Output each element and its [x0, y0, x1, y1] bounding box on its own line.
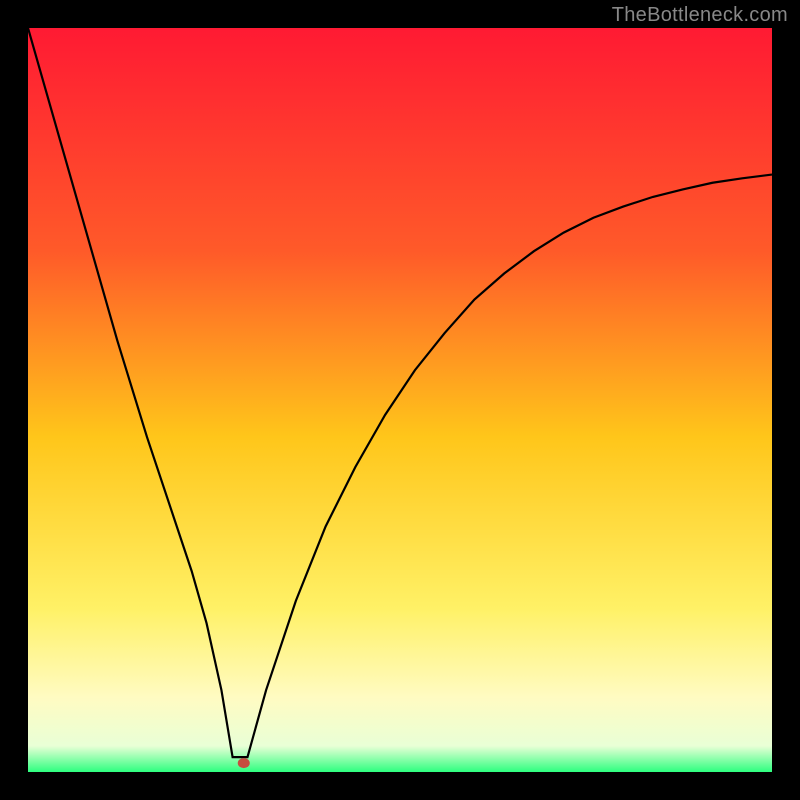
- chart-svg: [28, 28, 772, 772]
- gradient-background: [28, 28, 772, 772]
- chart-frame: TheBottleneck.com: [0, 0, 800, 800]
- watermark-text: TheBottleneck.com: [612, 4, 788, 27]
- plot-area: [28, 28, 772, 772]
- optimum-marker: [238, 758, 250, 768]
